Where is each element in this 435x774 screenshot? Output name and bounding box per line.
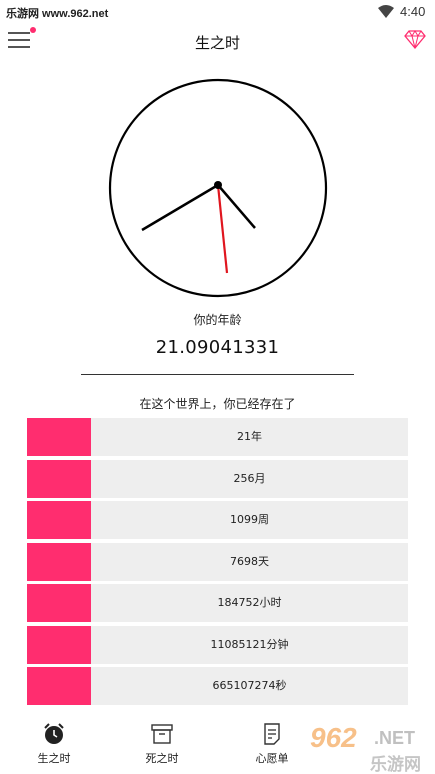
existence-value: 256月 xyxy=(233,471,266,485)
existence-row-seconds: 665107274秒 xyxy=(27,667,408,705)
accent-bar xyxy=(27,667,91,705)
existence-row-days: 7698天 xyxy=(27,542,408,581)
existence-row-months: 256月 xyxy=(27,459,408,498)
clock-second-hand xyxy=(216,184,229,274)
existence-value: 7698天 xyxy=(230,554,269,568)
accent-bar xyxy=(27,584,91,622)
existence-list: 21年 256月 1099周 7698天 184752小时 11085121分钟… xyxy=(27,418,408,709)
age-clock xyxy=(108,78,328,298)
existence-row-weeks: 1099周 xyxy=(27,501,408,539)
status-time: 4:40 xyxy=(400,4,426,19)
tab-label: 心愿单 xyxy=(255,752,289,765)
existence-value: 665107274秒 xyxy=(212,679,287,692)
accent-bar xyxy=(27,418,91,456)
clock-hour-hand xyxy=(217,184,256,229)
diamond-icon[interactable] xyxy=(404,29,426,49)
watermark-cn: 乐游网 xyxy=(370,755,421,774)
age-label: 你的年龄 xyxy=(193,313,242,327)
accent-bar xyxy=(27,542,91,581)
wish-list-icon xyxy=(264,723,280,745)
existence-value: 11085121分钟 xyxy=(210,637,289,651)
clock-center xyxy=(214,181,222,189)
tab-label: 生之时 xyxy=(37,752,71,765)
existence-row-hours: 184752小时 xyxy=(27,584,408,622)
watermark-logo: 962 xyxy=(310,722,357,753)
page-title: 生之时 xyxy=(194,34,240,52)
existence-value: 184752小时 xyxy=(217,596,282,609)
accent-bar xyxy=(27,625,91,664)
tab-death-time[interactable]: 死之时 xyxy=(122,722,202,766)
wifi-icon xyxy=(378,5,394,18)
clock-minute-hand xyxy=(141,183,219,232)
archive-box-icon xyxy=(151,724,173,744)
accent-bar xyxy=(27,501,91,539)
existence-value: 1099周 xyxy=(230,513,269,526)
alarm-clock-icon xyxy=(44,723,64,744)
existence-label: 在这个世界上，你已经存在了 xyxy=(139,397,296,411)
status-bar: 乐游网 www.962.net 4:40 xyxy=(0,0,435,24)
tab-life-time[interactable]: 生之时 xyxy=(14,722,94,766)
tab-label: 死之时 xyxy=(145,752,179,765)
existence-row-minutes: 11085121分钟 xyxy=(27,625,408,664)
app-bar: 生之时 xyxy=(0,24,435,60)
tab-wish-list[interactable]: 心愿单 xyxy=(232,722,312,766)
divider xyxy=(81,374,354,375)
watermark-net: .NET xyxy=(374,728,416,748)
existence-row-years: 21年 xyxy=(27,418,408,456)
accent-bar xyxy=(27,459,91,498)
status-site-text: 乐游网 www.962.net xyxy=(6,8,109,20)
existence-value: 21年 xyxy=(237,430,262,443)
age-value: 21.09041331 xyxy=(155,337,280,358)
site-watermark: 962 .NET 乐游网 xyxy=(310,722,435,774)
